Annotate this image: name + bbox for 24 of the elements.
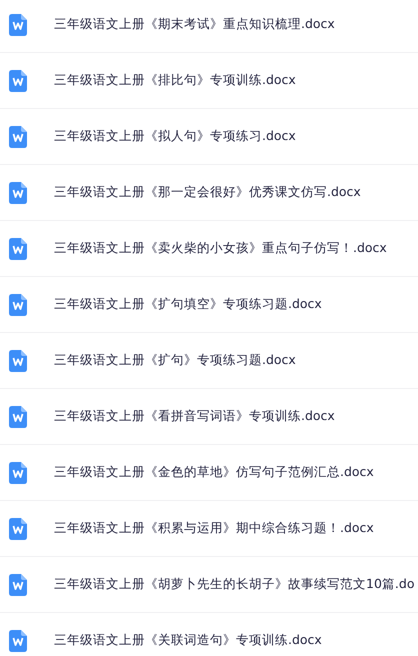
file-name[interactable]: 三年级语文上册《看拼音写词语》专项训练.docx bbox=[54, 408, 335, 425]
file-name[interactable]: 三年级语文上册《扩句》专项练习题.docx bbox=[54, 352, 296, 369]
word-document-icon bbox=[9, 350, 27, 372]
file-name[interactable]: 三年级语文上册《扩句填空》专项练习题.docx bbox=[54, 296, 322, 313]
file-name[interactable]: 三年级语文上册《卖火柴的小女孩》重点句子仿写！.docx bbox=[54, 240, 387, 257]
file-name[interactable]: 三年级语文上册《排比句》专项训练.docx bbox=[54, 72, 296, 89]
word-document-icon bbox=[9, 70, 27, 92]
file-name[interactable]: 三年级语文上册《关联词造句》专项训练.docx bbox=[54, 632, 322, 649]
word-document-icon bbox=[9, 294, 27, 316]
word-document-icon bbox=[9, 630, 27, 652]
word-document-icon bbox=[9, 14, 27, 36]
word-document-icon bbox=[9, 462, 27, 484]
word-document-icon bbox=[9, 126, 27, 148]
file-name[interactable]: 三年级语文上册《胡萝卜先生的长胡子》故事续写范文10篇.do bbox=[54, 576, 414, 593]
word-document-icon bbox=[9, 518, 27, 540]
file-name[interactable]: 三年级语文上册《那一定会很好》优秀课文仿写.docx bbox=[54, 184, 361, 201]
file-name[interactable]: 三年级语文上册《期末考试》重点知识梳理.docx bbox=[54, 16, 335, 33]
word-document-icon bbox=[9, 238, 27, 260]
file-name[interactable]: 三年级语文上册《拟人句》专项练习.docx bbox=[54, 128, 296, 145]
file-name[interactable]: 三年级语文上册《积累与运用》期中综合练习题！.docx bbox=[54, 520, 374, 537]
word-document-icon bbox=[9, 182, 27, 204]
word-document-icon bbox=[9, 574, 27, 596]
word-document-icon bbox=[9, 406, 27, 428]
file-name[interactable]: 三年级语文上册《金色的草地》仿写句子范例汇总.docx bbox=[54, 464, 374, 481]
